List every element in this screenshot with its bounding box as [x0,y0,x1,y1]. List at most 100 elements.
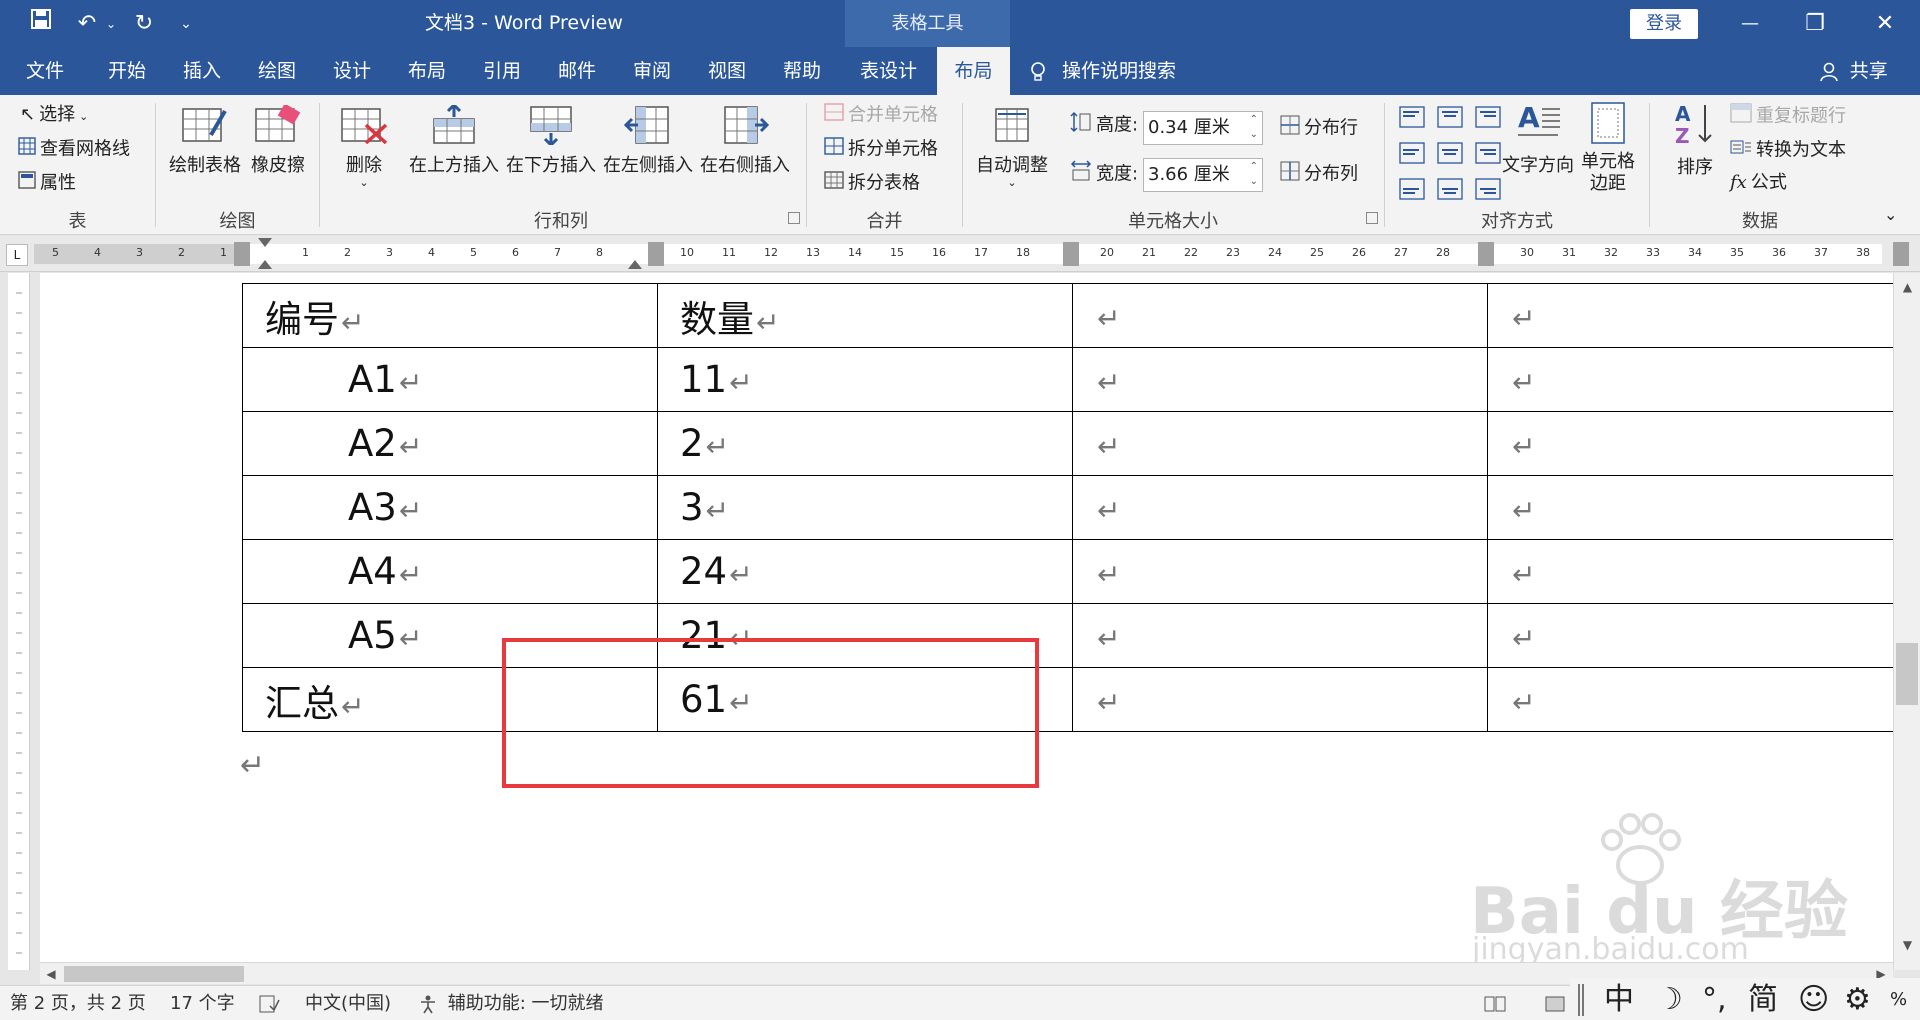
table-cell[interactable]: ↵ [1487,667,1903,732]
tab-help[interactable]: 帮助 [783,47,821,95]
column-marker[interactable] [1478,242,1494,266]
customize-quick-access-icon[interactable]: ⌄ [176,8,196,40]
delete-button[interactable]: 删除 ⌄ [334,105,394,189]
split-cells-button[interactable]: 拆分单元格 [824,137,938,162]
print-layout-icon[interactable] [1544,986,1566,1020]
table-cell[interactable]: ↵ [1072,283,1488,348]
row-height-input[interactable]: 0.34 厘米 ⌃ ⌄ [1143,111,1263,145]
undo-icon[interactable]: ↶ [70,8,104,40]
table-cell[interactable]: A4↵ [242,539,658,604]
tab-home[interactable]: 开始 [108,47,146,95]
page-count[interactable]: 第 2 页，共 2 页 [10,986,146,1020]
hanging-indent-marker[interactable] [258,260,272,269]
scroll-left-icon[interactable]: ◀ [40,963,62,987]
merge-cells-button[interactable]: 合并单元格 [824,103,938,128]
table-cell[interactable]: ↵ [1072,411,1488,476]
view-gridlines-button[interactable]: 查看网格线 [18,137,130,162]
left-indent-marker[interactable] [258,238,272,247]
tab-stop-selector[interactable]: L [6,244,28,266]
accessibility-status[interactable]: 辅助功能: 一切就绪 [418,986,604,1020]
vertical-scrollbar[interactable]: ▲ ▼ [1893,273,1920,970]
table-cell[interactable]: ↵ [1072,475,1488,540]
vertical-scroll-thumb[interactable] [1896,643,1918,705]
table-cell[interactable]: A3↵ [242,475,658,540]
vertical-ruler[interactable] [8,273,30,970]
save-icon[interactable] [26,8,56,40]
horizontal-ruler[interactable]: L 5 4 3 2 1 1 2 3 4 5 6 7 8 10 11 12 13 14 15 16 17 18 20 21 22 2… [0,236,1920,272]
insert-left-button[interactable]: 在左侧插入 [602,105,694,177]
tab-draw[interactable]: 绘图 [258,47,296,95]
table-cell[interactable]: ↵ [1487,475,1903,540]
table-cell[interactable]: ↵ [1487,539,1903,604]
column-marker[interactable] [1063,242,1079,266]
convert-to-text-button[interactable]: 转换为文本 [1730,137,1846,164]
horizontal-scroll-thumb[interactable] [64,966,244,982]
table-cell[interactable]: ↵ [1487,283,1903,348]
column-marker[interactable] [234,242,250,266]
collapse-ribbon-icon[interactable]: ⌄ [1884,203,1897,227]
tab-insert[interactable]: 插入 [183,47,221,95]
height-spinner-arrows[interactable]: ⌃ ⌄ [1250,112,1258,142]
table-cell[interactable]: ↵ [1072,347,1488,412]
ime-settings-icon[interactable]: ⚙ [1844,980,1871,1020]
column-width-input[interactable]: 3.66 厘米 ⌃ ⌄ [1143,158,1263,192]
scroll-down-icon[interactable]: ▼ [1894,933,1920,957]
ime-chinese-mode[interactable]: 中 [1604,980,1634,1020]
table-cell[interactable]: ↵ [1487,411,1903,476]
table-cell[interactable]: ↵ [1487,347,1903,412]
select-button[interactable]: ↖ 选择 ⌄ [20,103,88,129]
eraser-button[interactable]: 橡皮擦 [248,105,308,177]
table-cell[interactable]: 编号↵ [242,283,658,348]
tell-me-search[interactable]: 操作说明搜索 [1030,47,1176,95]
text-direction-button[interactable]: A 文字方向 [1498,101,1578,177]
ime-halfwidth-moon-icon[interactable]: ☽ [1656,980,1683,1020]
column-marker[interactable] [648,242,664,266]
tab-view[interactable]: 视图 [708,47,746,95]
table-cell[interactable]: 11↵ [657,347,1073,412]
tab-table-layout[interactable]: 布局 [937,47,1010,95]
undo-dropdown-icon[interactable]: ⌄ [104,8,118,40]
table-cell[interactable]: ↵ [1072,667,1488,732]
table-cell[interactable]: ↵ [1487,603,1903,668]
tab-mailings[interactable]: 邮件 [558,47,596,95]
tab-file[interactable]: 文件 [26,47,64,95]
restore-button[interactable]: ❐ [1785,0,1845,47]
draw-table-button[interactable]: 绘制表格 [166,105,244,177]
properties-button[interactable]: 属性 [18,171,76,196]
table-cell[interactable]: ↵ [1072,539,1488,604]
close-button[interactable]: ✕ [1855,0,1915,47]
table-cell[interactable]: 24↵ [657,539,1073,604]
cell-margins-button[interactable]: 单元格 边距 [1578,101,1638,195]
insert-right-button[interactable]: 在右侧插入 [699,105,791,177]
column-marker[interactable] [1893,242,1909,266]
ime-punctuation-icon[interactable]: °, [1702,980,1727,1020]
proofing-icon[interactable] [258,986,280,1020]
autofit-button[interactable]: 自动调整 ⌄ [972,105,1052,189]
tab-design[interactable]: 设计 [333,47,371,95]
tab-table-design[interactable]: 表设计 [860,47,917,95]
split-table-button[interactable]: 拆分表格 [824,171,920,196]
word-count[interactable]: 17 个字 [170,986,235,1020]
data-table[interactable]: 编号↵ 数量↵ ↵ ↵ A1↵ 11↵ ↵ ↵ A2↵ 2↵ ↵ ↵ A3↵ 3↵ ↵ ↵ A4↵ 24↵ ↵ ↵ A5… [242,283,1903,732]
table-cell[interactable]: A1↵ [242,347,658,412]
table-cell[interactable]: 2↵ [657,411,1073,476]
table-cell[interactable]: 数量↵ [657,283,1073,348]
tab-layout[interactable]: 布局 [408,47,446,95]
share-button[interactable]: 共享 [1820,47,1888,95]
cell-size-launcher-icon[interactable] [1366,212,1378,224]
distribute-rows-button[interactable]: 分布行 [1280,115,1358,142]
distribute-cols-button[interactable]: 分布列 [1280,161,1358,188]
table-cell[interactable]: ↵ [1072,603,1488,668]
ime-emoji-icon[interactable]: ☺ [1798,980,1829,1020]
right-indent-marker[interactable] [628,260,642,269]
formula-button[interactable]: fx 公式 [1730,171,1787,195]
zoom-percent[interactable]: % [1890,980,1907,1020]
login-button[interactable]: 登录 [1630,9,1698,39]
width-spinner-arrows[interactable]: ⌃ ⌄ [1250,159,1258,189]
ime-simplified-mode[interactable]: 简 [1748,980,1778,1020]
align-cell-icons[interactable] [1398,105,1506,205]
read-mode-icon[interactable] [1484,986,1506,1020]
table-cell[interactable]: 3↵ [657,475,1073,540]
minimize-button[interactable]: — [1720,0,1780,47]
repeat-header-rows-button[interactable]: 重复标题行 [1730,103,1846,130]
